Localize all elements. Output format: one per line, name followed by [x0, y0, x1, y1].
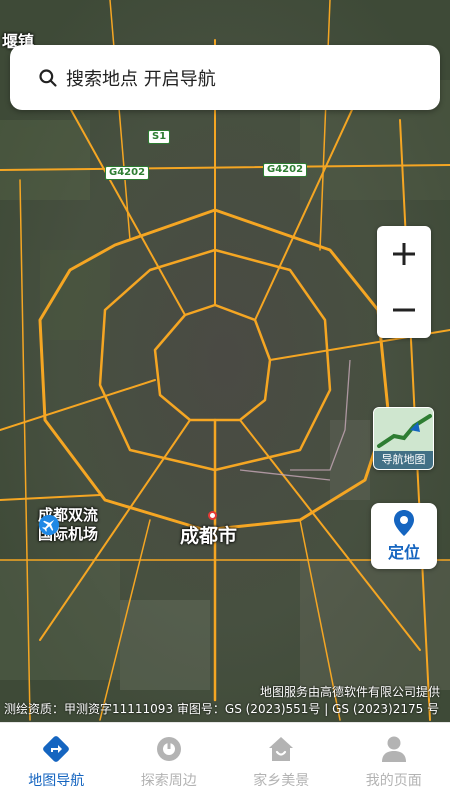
tab-map-navigation[interactable]: 地图导航 [0, 723, 113, 800]
road-shield-s1: S1 [148, 130, 171, 144]
tab-label: 家乡美景 [253, 772, 310, 789]
plus-icon [393, 243, 415, 265]
search-bar[interactable]: 搜索地点 开启导航 [10, 45, 440, 110]
airplane-icon [38, 514, 60, 536]
map-attribution: 地图服务由高德软件有限公司提供 [259, 685, 440, 699]
minus-icon [393, 308, 415, 312]
locate-button[interactable]: 定位 [371, 503, 437, 569]
zoom-controls [377, 226, 431, 338]
zoom-out-button[interactable] [377, 282, 431, 338]
road-shield-g4202-east: G4202 [263, 163, 308, 177]
tab-my-page[interactable]: 我的页面 [338, 723, 450, 800]
house-icon [269, 736, 294, 761]
search-icon [39, 68, 57, 87]
city-label[interactable]: 成都市 [180, 521, 237, 548]
tab-label: 我的页面 [365, 772, 422, 789]
nav-map-thumbnail-icon [374, 408, 433, 453]
airport-marker[interactable]: 成都双流 国际机场 [38, 506, 98, 544]
tab-label: 地图导航 [28, 772, 85, 789]
person-icon [381, 736, 406, 762]
road-shield-g4202-west: G4202 [105, 166, 150, 180]
bottom-tab-bar: 地图导航 探索周边 家乡美景 我的页面 [0, 722, 450, 800]
map-pin-icon [394, 510, 414, 536]
locate-label: 定位 [387, 543, 420, 562]
explore-icon [156, 736, 181, 761]
zoom-in-button[interactable] [377, 226, 431, 282]
tab-label: 探索周边 [140, 772, 197, 789]
city-marker-dot [208, 511, 217, 520]
nav-map-button[interactable]: 导航地图 [373, 407, 434, 470]
tab-hometown-scenery[interactable]: 家乡美景 [225, 723, 338, 800]
navigation-diamond-icon [43, 735, 70, 762]
nav-map-label: 导航地图 [374, 451, 433, 469]
search-placeholder: 搜索地点 开启导航 [66, 68, 216, 90]
map-approval-numbers: 测绘资质：甲测资字11111093 审图号：GS (2023)551号 | GS… [4, 702, 440, 716]
tab-explore-nearby[interactable]: 探索周边 [113, 723, 226, 800]
